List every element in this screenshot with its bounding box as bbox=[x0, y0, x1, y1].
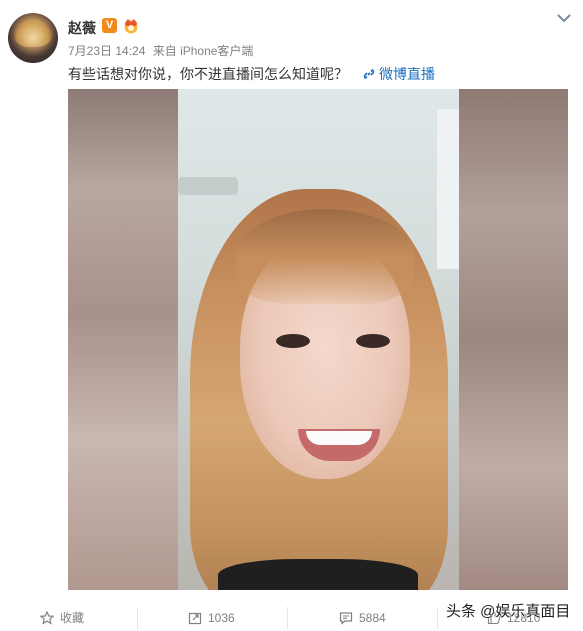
comment-icon bbox=[339, 611, 353, 625]
verified-v-icon[interactable]: V bbox=[102, 18, 117, 33]
car-ceiling-light bbox=[178, 177, 238, 195]
chevron-down-icon[interactable] bbox=[556, 12, 572, 24]
post-date[interactable]: 7月23日 14:24 bbox=[68, 44, 145, 58]
selfie-video-frame bbox=[178, 89, 459, 590]
avatar-image bbox=[14, 17, 52, 47]
comment-button[interactable]: 5884 bbox=[339, 604, 386, 631]
bangs bbox=[236, 209, 414, 304]
shirt bbox=[218, 559, 418, 590]
crown-badge-icon[interactable] bbox=[122, 17, 140, 34]
weibo-post: 赵薇 V 7月23日 14:24 来自 iPhone客户端 有些话想对你说，你不… bbox=[0, 0, 583, 631]
divider bbox=[437, 607, 438, 629]
teeth bbox=[306, 431, 372, 445]
star-icon bbox=[40, 610, 54, 625]
live-link-label: 微博直播 bbox=[379, 66, 435, 82]
post-meta: 7月23日 14:24 来自 iPhone客户端 bbox=[68, 42, 257, 59]
post-image[interactable] bbox=[68, 89, 568, 590]
divider bbox=[287, 607, 288, 629]
live-link[interactable]: 微博直播 bbox=[362, 64, 435, 84]
repost-button[interactable]: 1036 bbox=[188, 604, 235, 631]
comment-count: 5884 bbox=[359, 610, 386, 625]
user-name[interactable]: 赵薇 bbox=[68, 18, 96, 38]
post-text: 有些话想对你说，你不进直播间怎么知道呢？ bbox=[68, 66, 348, 82]
favorite-label: 收藏 bbox=[60, 611, 85, 625]
favorite-button[interactable]: 收藏 bbox=[40, 604, 84, 631]
watermark: 头条 @娱乐真面目 bbox=[446, 603, 571, 620]
divider bbox=[137, 607, 138, 629]
avatar[interactable] bbox=[8, 13, 58, 63]
left-eye bbox=[276, 334, 310, 348]
repost-icon bbox=[188, 612, 202, 624]
blurred-left-panel bbox=[68, 89, 178, 590]
post-source: 来自 iPhone客户端 bbox=[152, 44, 254, 58]
blurred-right-panel bbox=[459, 89, 568, 590]
link-icon bbox=[363, 68, 375, 80]
right-eye bbox=[356, 334, 390, 348]
repost-count: 1036 bbox=[208, 610, 235, 625]
car-pillar bbox=[437, 109, 459, 269]
